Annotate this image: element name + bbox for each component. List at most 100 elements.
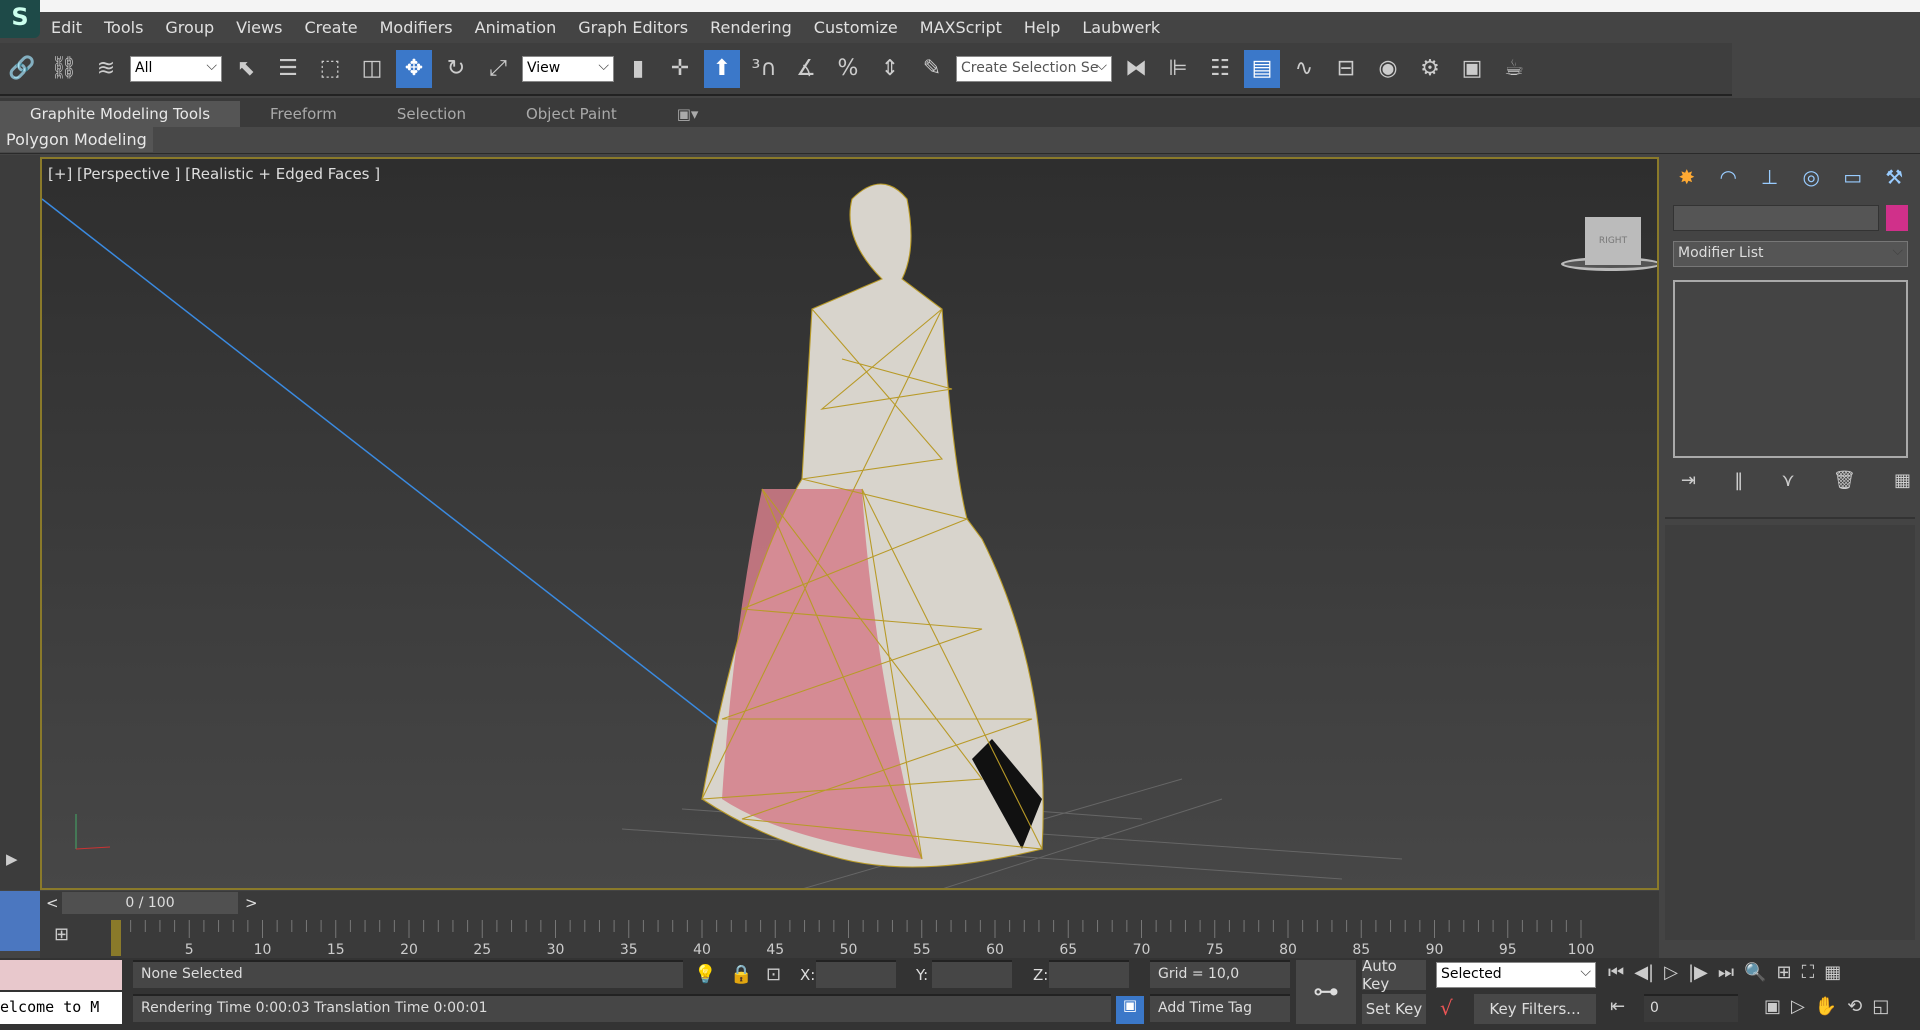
key-mode-toggle-icon[interactable]: ⇤ <box>1610 996 1625 1017</box>
menu-create[interactable]: Create <box>293 18 368 37</box>
current-frame-input[interactable]: 0 <box>1644 994 1738 1022</box>
menu-modifiers[interactable]: Modifiers <box>369 18 464 37</box>
z-coordinate-input[interactable] <box>1049 960 1129 988</box>
pin-stack-icon[interactable]: ⇥ <box>1681 470 1696 491</box>
manipulate-icon[interactable]: ✛ <box>662 50 698 88</box>
material-editor-icon[interactable]: ◉ <box>1370 50 1406 88</box>
graphite-toggle-icon[interactable]: ▤ <box>1244 49 1280 88</box>
time-slider-prev[interactable]: < <box>46 894 59 912</box>
menu-customize[interactable]: Customize <box>803 18 909 37</box>
selection-filter-dropdown[interactable]: All <box>130 55 222 82</box>
zoom-extents-all-icon[interactable]: ▦ <box>1824 962 1841 983</box>
x-coordinate-input[interactable] <box>816 960 896 988</box>
link-icon[interactable]: 🔗 <box>4 50 40 88</box>
key-mode-dropdown[interactable]: Selected <box>1436 962 1596 988</box>
schematic-view-icon[interactable]: ⊟ <box>1328 50 1364 88</box>
layer-manager-icon[interactable]: ☷ <box>1202 50 1238 88</box>
select-by-name-icon[interactable]: ☰ <box>270 50 306 88</box>
y-coordinate-input[interactable] <box>932 960 1012 988</box>
edit-named-selection-icon[interactable]: ✎ <box>914 50 950 88</box>
named-selection-sets-dropdown[interactable]: Create Selection Se <box>956 55 1112 82</box>
object-name-input[interactable] <box>1673 205 1879 231</box>
hierarchy-tab-icon[interactable]: ⊥ <box>1752 161 1788 193</box>
show-end-result-icon[interactable]: ‖ <box>1734 470 1743 491</box>
modifier-stack[interactable] <box>1673 280 1908 458</box>
perspective-viewport[interactable]: [+] [Perspective ] [Realistic + Edged Fa… <box>40 157 1659 890</box>
make-unique-icon[interactable]: ⋎ <box>1782 470 1795 491</box>
expand-arrow-icon[interactable]: ▶ <box>6 850 18 868</box>
create-tab-icon[interactable]: ✸ <box>1669 161 1705 193</box>
modifier-list-dropdown[interactable]: Modifier List <box>1673 241 1908 267</box>
select-rotate-icon[interactable]: ↻ <box>438 50 474 88</box>
pan-hand-icon[interactable]: ✋ <box>1815 996 1837 1017</box>
render-production-icon[interactable]: ☕ <box>1496 50 1532 88</box>
maxscript-listener-output[interactable] <box>0 960 122 990</box>
maxscript-listener-input[interactable]: elcome to M <box>0 992 122 1024</box>
ribbon-tab-graphite-modeling-tools[interactable]: Graphite Modeling Tools <box>0 101 241 127</box>
reference-coordinate-dropdown[interactable]: View <box>522 55 614 82</box>
go-to-start-icon[interactable]: ⏮ <box>1608 962 1624 983</box>
remove-modifier-icon[interactable]: 🗑 <box>1833 470 1856 491</box>
auto-key-button[interactable]: Auto Key <box>1362 957 1426 993</box>
spinner-snap-icon[interactable]: ⇕ <box>872 50 908 88</box>
polygon-modeling-panel[interactable]: Polygon Modeling <box>0 127 153 152</box>
select-object-icon[interactable]: ⬉ <box>228 50 264 88</box>
display-tab-icon[interactable]: ▭ <box>1835 161 1871 193</box>
ribbon-tab-freeform[interactable]: Freeform <box>240 101 367 127</box>
menu-help[interactable]: Help <box>1013 18 1071 37</box>
window-crossing-icon[interactable]: ◫ <box>354 50 390 88</box>
zoom-icon[interactable]: 🔍 <box>1744 962 1766 983</box>
orbit-icon[interactable]: ⟲ <box>1847 996 1862 1017</box>
key-tangent-icon[interactable]: √ <box>1440 996 1453 1020</box>
set-key-icon[interactable]: ⊶ <box>1296 960 1356 1024</box>
pivot-center-icon[interactable]: ▮ <box>620 50 656 88</box>
set-key-button[interactable]: Set Key <box>1362 994 1426 1024</box>
next-frame-icon[interactable]: |▶ <box>1688 962 1708 983</box>
viewport-label[interactable]: [+] [Perspective ] [Realistic + Edged Fa… <box>48 165 380 183</box>
time-slider-thumb[interactable]: 0 / 100 <box>62 892 238 914</box>
ribbon-tab-object-paint[interactable]: Object Paint <box>496 101 647 127</box>
ribbon-tab-selection[interactable]: Selection <box>367 101 496 127</box>
mini-curve-toggle[interactable] <box>0 891 40 951</box>
unlink-icon[interactable]: ⛓ <box>46 50 82 88</box>
add-time-tag-button[interactable]: Add Time Tag <box>1150 994 1290 1022</box>
time-slider-next[interactable]: > <box>245 894 258 912</box>
select-scale-icon[interactable]: ⤢ <box>480 50 516 88</box>
menu-edit[interactable]: Edit <box>40 18 93 37</box>
absolute-mode-icon[interactable]: ⊡ <box>766 964 781 985</box>
zoom-extents-icon[interactable]: ⛶ <box>1802 962 1815 983</box>
menu-laubwerk[interactable]: Laubwerk <box>1071 18 1171 37</box>
previous-frame-icon[interactable]: ◀| <box>1634 962 1654 983</box>
keyboard-shortcut-override-icon[interactable]: ⬆ <box>704 49 740 88</box>
pan-view-icon[interactable]: ▷ <box>1791 996 1805 1017</box>
viewcube-face[interactable]: RIGHT <box>1585 217 1641 265</box>
zoom-all-icon[interactable]: ⊞ <box>1777 962 1792 983</box>
render-setup-icon[interactable]: ⚙ <box>1412 50 1448 88</box>
play-icon[interactable]: ▷ <box>1664 962 1678 983</box>
isolate-selection-icon[interactable]: 💡 <box>694 964 716 985</box>
object-color-swatch[interactable] <box>1886 205 1908 231</box>
time-slider[interactable]: < 0 / 100 > <box>40 891 1659 916</box>
angle-snap-icon[interactable]: ∡ <box>788 50 824 88</box>
menu-group[interactable]: Group <box>154 18 225 37</box>
menu-tools[interactable]: Tools <box>93 18 154 37</box>
menu-rendering[interactable]: Rendering <box>699 18 803 37</box>
menu-graph-editors[interactable]: Graph Editors <box>567 18 699 37</box>
menu-animation[interactable]: Animation <box>464 18 568 37</box>
bind-space-warp-icon[interactable]: ≋ <box>88 50 124 88</box>
ribbon-options-icon[interactable]: ▣▾ <box>647 101 729 127</box>
rendered-frame-window-icon[interactable]: ▣ <box>1454 50 1490 88</box>
curve-editor-icon[interactable]: ∿ <box>1286 50 1322 88</box>
percent-snap-icon[interactable]: % <box>830 50 866 88</box>
mirror-icon[interactable]: ⧓ <box>1118 50 1154 88</box>
field-of-view-icon[interactable]: ▣ <box>1764 996 1781 1017</box>
time-tag-icon[interactable]: ▣ <box>1116 996 1144 1024</box>
motion-tab-icon[interactable]: ◎ <box>1794 161 1830 193</box>
maximize-viewport-icon[interactable]: ◱ <box>1872 996 1889 1017</box>
select-move-icon[interactable]: ✥ <box>396 49 432 88</box>
app-logo-button[interactable]: S <box>0 0 40 38</box>
modify-tab-icon[interactable]: ◠ <box>1711 161 1747 193</box>
rectangular-selection-icon[interactable]: ⬚ <box>312 50 348 88</box>
go-to-end-icon[interactable]: ⏭ <box>1718 962 1734 983</box>
menu-maxscript[interactable]: MAXScript <box>909 18 1013 37</box>
